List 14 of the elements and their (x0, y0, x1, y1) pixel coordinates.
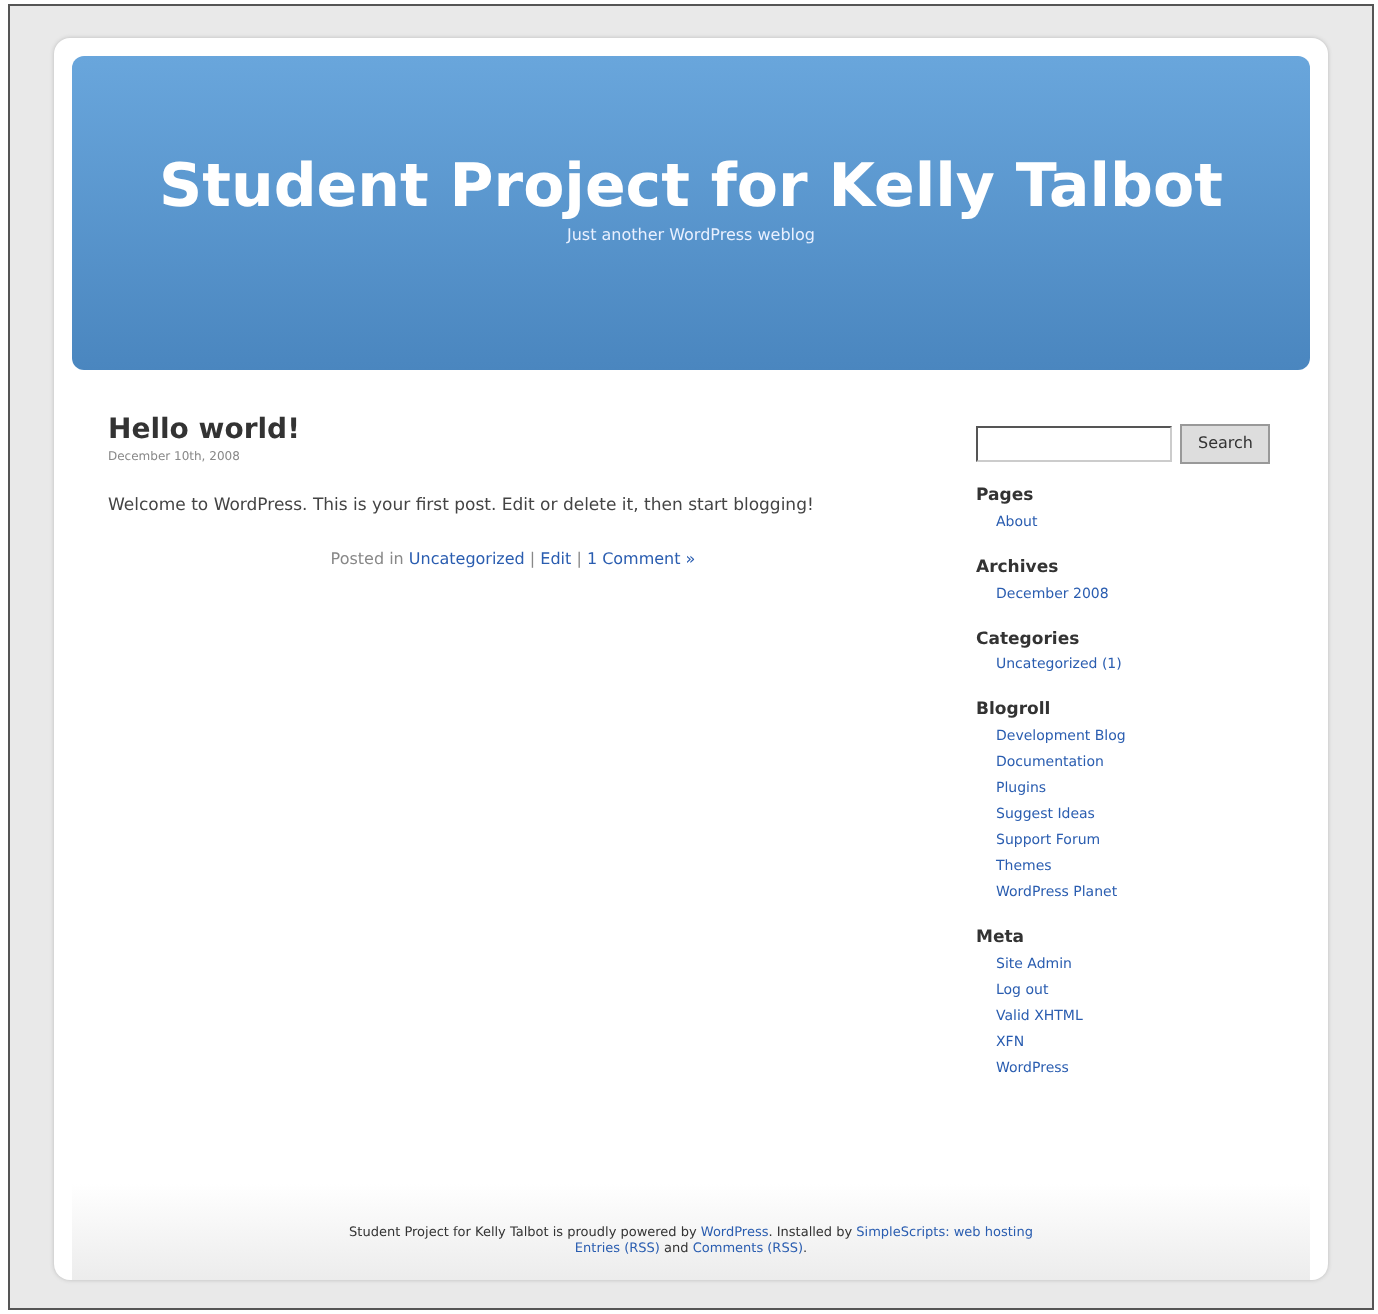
widget-title: Meta (976, 926, 1027, 952)
widget-title: Categories (976, 627, 1082, 653)
search-button[interactable]: Search (1180, 424, 1271, 464)
post-meta: Posted in Uncategorized | Edit | 1 Comment » (328, 547, 698, 572)
site-tagline: Just another WordPress weblog (566, 224, 815, 248)
text-link[interactable]: Uncategorized (408, 549, 525, 568)
widget-title: Pages (976, 484, 1036, 510)
search-field[interactable] (976, 426, 1172, 462)
post-body: Welcome to WordPress. This is your first post. Edit or delete it, then start blogging! (108, 493, 816, 520)
widget-title: Blogroll (976, 698, 1053, 724)
post-title[interactable]: Hello world! (108, 414, 918, 448)
text-link[interactable]: Edit (540, 549, 572, 568)
text-link[interactable]: 1 Comment » (586, 549, 696, 568)
widget-title: Archives (976, 555, 1061, 581)
